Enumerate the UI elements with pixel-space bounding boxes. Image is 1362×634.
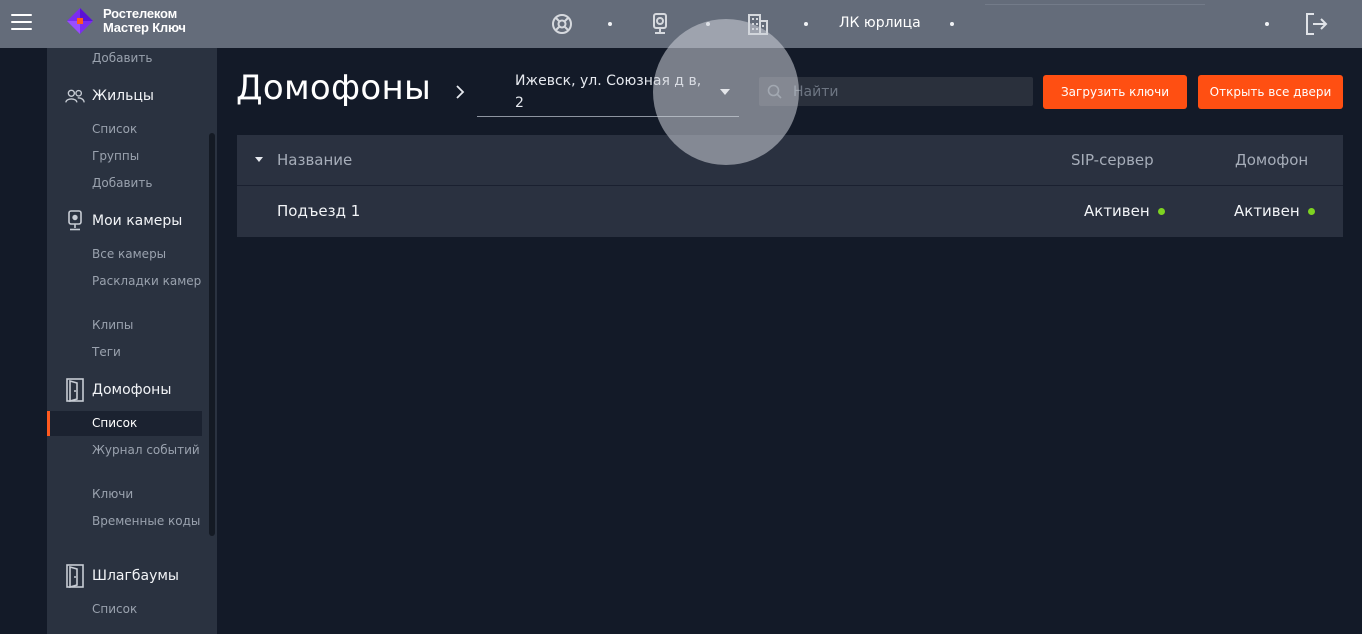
- chevron-right-icon: [456, 85, 465, 99]
- sidebar-item-keys[interactable]: Ключи: [92, 486, 202, 503]
- column-header-sip[interactable]: SIP-сервер: [1071, 151, 1154, 169]
- intercom-table: Название SIP-сервер Домофон Подъезд 1 Ак…: [237, 135, 1343, 237]
- sort-caret-icon[interactable]: [254, 157, 264, 163]
- sidebar-item-event-log[interactable]: Журнал событий: [92, 442, 202, 459]
- separator-dot: [706, 22, 710, 26]
- search-box[interactable]: [759, 77, 1033, 106]
- status-active-dot: [1307, 207, 1315, 215]
- brand-name: Ростелеком Мастер Ключ: [103, 7, 186, 35]
- open-all-doors-button[interactable]: Открыть все двери: [1198, 75, 1343, 109]
- sidebar: Добавить Жильцы Список Группы Добавить М…: [47, 48, 217, 634]
- camera-icon: [65, 210, 85, 232]
- address-value: Ижевск, ул. Союзная д в, 2: [515, 73, 702, 111]
- sidebar-section-label: Мои камеры: [92, 213, 183, 229]
- top-bar: Ростелеком Мастер Ключ ЛК юрлица: [0, 0, 1362, 48]
- sidebar-item-clips[interactable]: Клипы: [92, 317, 202, 334]
- upload-keys-button[interactable]: Загрузить ключи: [1043, 75, 1187, 109]
- door-icon: [65, 564, 85, 588]
- sidebar-item-barriers-list[interactable]: Список: [92, 601, 202, 618]
- brand-line-2: Мастер Ключ: [103, 20, 186, 35]
- sidebar-item-camera-layouts[interactable]: Раскладки камер: [92, 273, 202, 290]
- sip-status-text: Активен: [1084, 202, 1150, 220]
- row-intercom-status: Активен: [1234, 202, 1315, 220]
- sidebar-item-tags[interactable]: Теги: [92, 344, 202, 361]
- page-title: Домофоны: [236, 68, 432, 108]
- address-select[interactable]: Ижевск, ул. Союзная д в, 2: [477, 68, 739, 117]
- separator-dot: [1265, 22, 1269, 26]
- separator-dot: [804, 22, 808, 26]
- sidebar-section-residents[interactable]: Жильцы: [65, 85, 154, 107]
- search-icon: [767, 84, 782, 99]
- sidebar-item-all-cameras[interactable]: Все камеры: [92, 246, 202, 263]
- account-switch[interactable]: ЛК юрлица: [839, 15, 921, 31]
- sidebar-section-barriers[interactable]: Шлагбаумы: [65, 564, 179, 588]
- sidebar-section-label: Жильцы: [92, 88, 154, 104]
- sidebar-section-label: Домофоны: [92, 382, 172, 398]
- intercom-status-text: Активен: [1234, 202, 1300, 220]
- sidebar-scrollbar[interactable]: [209, 133, 215, 536]
- users-icon: [65, 85, 85, 107]
- sidebar-item-residents-groups[interactable]: Группы: [92, 148, 202, 165]
- row-name: Подъезд 1: [277, 202, 361, 220]
- logout-icon[interactable]: [1303, 11, 1329, 37]
- caret-down-icon: [720, 89, 730, 95]
- brand-line-1: Ростелеком: [103, 6, 177, 21]
- support-icon[interactable]: [550, 12, 574, 36]
- sidebar-item-residents-add[interactable]: Добавить: [92, 175, 202, 192]
- sidebar-section-label: Шлагбаумы: [92, 568, 179, 584]
- column-header-intercom[interactable]: Домофон: [1235, 151, 1308, 169]
- table-header: Название SIP-сервер Домофон: [237, 135, 1343, 186]
- top-divider: [985, 4, 1205, 5]
- table-row[interactable]: Подъезд 1 Активен Активен: [237, 186, 1343, 237]
- building-icon[interactable]: [746, 12, 770, 36]
- separator-dot: [950, 22, 954, 26]
- door-icon: [65, 378, 85, 402]
- separator-dot: [608, 22, 612, 26]
- sidebar-item-residents-list[interactable]: Список: [92, 121, 202, 138]
- sidebar-section-cameras[interactable]: Мои камеры: [65, 210, 182, 232]
- camera-icon[interactable]: [648, 12, 672, 36]
- search-input[interactable]: [791, 81, 1021, 102]
- status-active-dot: [1157, 207, 1165, 215]
- sidebar-item-intercoms-list[interactable]: Список: [47, 411, 202, 436]
- menu-icon[interactable]: [11, 14, 32, 32]
- sidebar-item-temp-codes[interactable]: Временные коды: [92, 513, 202, 530]
- row-sip-status: Активен: [1084, 202, 1165, 220]
- sidebar-section-intercoms[interactable]: Домофоны: [65, 378, 172, 402]
- rostelecom-logo-icon: [67, 8, 93, 34]
- sidebar-item-add[interactable]: Добавить: [92, 50, 202, 67]
- column-header-name[interactable]: Название: [277, 151, 352, 169]
- left-gutter: [0, 48, 47, 634]
